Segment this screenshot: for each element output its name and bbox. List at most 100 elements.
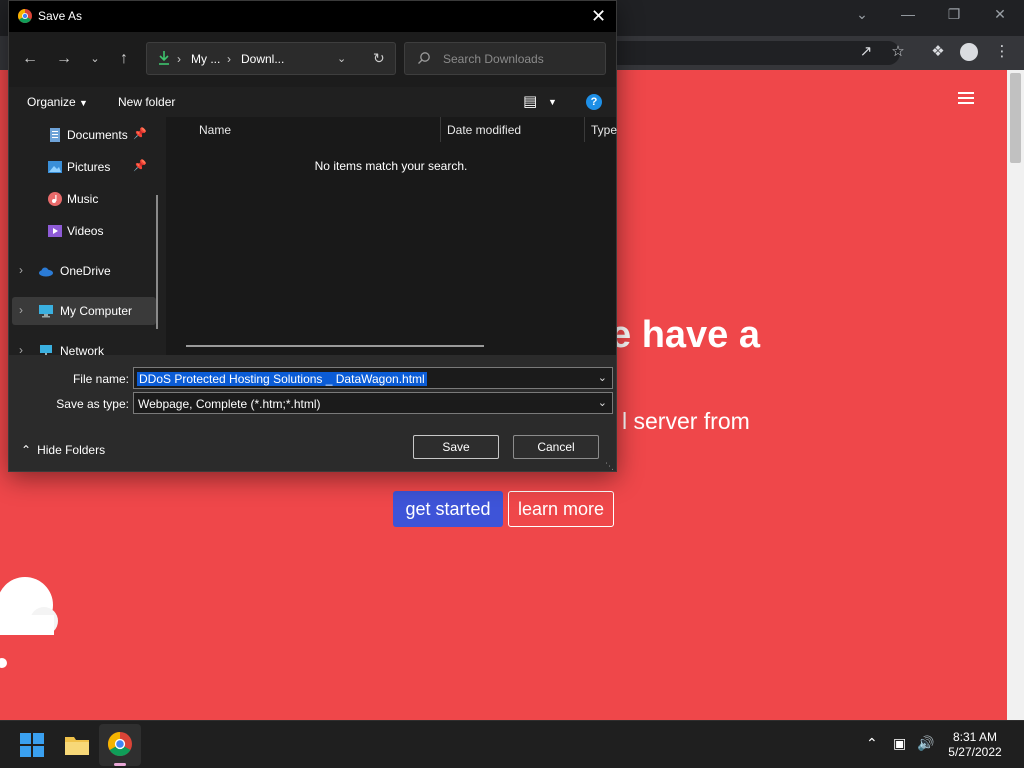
learn-more-button[interactable]: learn more — [508, 491, 614, 527]
documents-icon — [50, 128, 60, 142]
address-bar[interactable]: › My ... › Downl... ⌄ ↻ — [146, 42, 396, 75]
file-name-label: File name: — [72, 372, 129, 386]
save-as-dialog: Save As ✕ ← → ⌄ ↑ › My ... › Downl... ⌄ … — [8, 0, 617, 472]
expand-chevron-icon[interactable]: › — [19, 343, 23, 355]
hero-title: e have a — [610, 314, 760, 356]
nav-item-label: My Computer — [60, 304, 133, 318]
tray-overflow-chevron-icon[interactable]: ⌃ — [866, 735, 878, 752]
resize-grip-icon[interactable]: ⋱ — [605, 461, 614, 472]
search-box[interactable] — [404, 42, 606, 75]
dialog-title: Save As — [38, 9, 83, 23]
share-icon[interactable]: ↗ — [856, 42, 876, 62]
collapse-chevron-icon: ⌃ — [21, 443, 32, 457]
downloads-arrow-icon — [159, 51, 169, 65]
browser-address-bar[interactable] — [600, 41, 900, 65]
column-header-name[interactable]: Name — [199, 123, 231, 137]
nav-item-my-computer[interactable]: › My Computer — [12, 297, 156, 325]
column-header-type[interactable]: Type — [591, 123, 617, 137]
file-explorer-icon[interactable] — [64, 733, 90, 757]
profile-avatar-icon[interactable] — [960, 43, 978, 61]
breadcrumb-item[interactable]: My ... — [191, 52, 220, 66]
chrome-taskbar-icon[interactable] — [108, 732, 132, 756]
empty-folder-message: No items match your search. — [314, 159, 468, 173]
cancel-button[interactable]: Cancel — [513, 435, 599, 459]
file-name-input[interactable]: DDoS Protected Hosting Solutions _ DataW… — [133, 367, 613, 389]
nav-item-pictures[interactable]: Pictures 📌 — [9, 153, 159, 181]
nav-item-label: OneDrive — [60, 264, 111, 278]
nav-item-label: Pictures — [67, 160, 111, 174]
back-arrow-icon[interactable]: ← — [19, 48, 41, 70]
save-as-type-label: Save as type: — [56, 397, 129, 411]
get-started-button[interactable]: get started — [393, 491, 503, 527]
refresh-icon[interactable]: ↻ — [373, 50, 385, 67]
organize-dropdown-icon: ▼ — [79, 98, 88, 108]
breadcrumb-separator-icon: › — [227, 52, 231, 66]
dialog-bottom-panel: File name: DDoS Protected Hosting Soluti… — [9, 355, 616, 471]
hamburger-menu-icon[interactable] — [958, 92, 974, 104]
more-menu-icon[interactable]: ⋮ — [992, 42, 1012, 62]
nav-item-videos[interactable]: Videos — [9, 217, 159, 245]
nav-item-label: Network — [60, 344, 105, 355]
nav-item-label: Music — [67, 192, 99, 206]
taskbar-active-indicator — [114, 763, 126, 766]
tab-search-icon[interactable]: ⌄ — [852, 4, 872, 24]
new-folder-button[interactable]: New folder — [118, 95, 175, 109]
view-options-icon[interactable]: ▤ — [523, 92, 537, 110]
column-separator[interactable] — [440, 117, 441, 142]
save-as-type-dropdown-icon[interactable]: ⌄ — [598, 396, 607, 409]
minimize-icon[interactable]: — — [898, 4, 918, 24]
bookmark-star-icon[interactable]: ☆ — [888, 42, 908, 62]
close-window-icon[interactable]: ✕ — [990, 4, 1010, 24]
file-name-value: DDoS Protected Hosting Solutions _ DataW… — [137, 372, 427, 386]
pin-icon: 📌 — [133, 128, 147, 140]
clock-time: 8:31 AM — [952, 730, 998, 744]
organize-button[interactable]: Organize ▼ — [27, 95, 88, 109]
nav-item-music[interactable]: Music — [9, 185, 159, 213]
organize-label: Organize — [27, 95, 76, 109]
taskbar: ⌃ ▣ 🔊 8:31 AM 5/27/2022 — [0, 720, 1024, 768]
navigation-pane-scrollbar[interactable] — [156, 195, 158, 329]
save-button[interactable]: Save — [413, 435, 499, 459]
expand-chevron-icon[interactable]: › — [19, 263, 23, 277]
file-list-pane: Name Date modified Type No items match y… — [166, 117, 617, 355]
column-header-date-modified[interactable]: Date modified — [447, 123, 521, 137]
windows-start-icon[interactable] — [20, 733, 44, 757]
page-scrollbar[interactable] — [1007, 70, 1024, 720]
nav-item-label: Documents — [67, 128, 128, 142]
forward-arrow-icon[interactable]: → — [53, 48, 75, 70]
navigation-pane: Documents 📌 Pictures 📌 Music Videos › On… — [9, 117, 166, 355]
address-dropdown-chevron-icon[interactable]: ⌄ — [337, 52, 346, 65]
hero-subtitle: l server from — [622, 408, 750, 434]
recent-locations-chevron-icon[interactable]: ⌄ — [84, 48, 106, 70]
extensions-puzzle-icon[interactable]: ❖ — [928, 42, 948, 62]
clock-date: 5/27/2022 — [948, 745, 1002, 759]
hide-folders-button[interactable]: ⌃ Hide Folders — [21, 443, 105, 457]
volume-icon[interactable]: 🔊 — [917, 735, 934, 752]
network-icon — [40, 345, 52, 355]
videos-icon — [48, 225, 62, 237]
taskbar-clock[interactable]: 8:31 AM 5/27/2022 — [940, 730, 1010, 760]
search-input[interactable] — [443, 51, 593, 67]
nav-item-network[interactable]: › Network — [9, 337, 159, 355]
save-as-type-select[interactable]: Webpage, Complete (*.htm;*.html) ⌄ — [133, 392, 613, 414]
network-status-icon[interactable]: ▣ — [893, 735, 906, 752]
cloud-decoration-icon — [0, 577, 58, 668]
nav-item-label: Videos — [67, 224, 104, 238]
dialog-command-bar: Organize ▼ New folder ▤ ▼ ? — [9, 87, 616, 117]
nav-item-documents[interactable]: Documents 📌 — [9, 121, 159, 149]
onedrive-icon — [39, 267, 53, 277]
nav-item-onedrive[interactable]: › OneDrive — [9, 257, 159, 285]
column-separator[interactable] — [584, 117, 585, 142]
file-name-dropdown-icon[interactable]: ⌄ — [598, 371, 607, 384]
dialog-titlebar[interactable]: Save As ✕ — [9, 1, 616, 32]
up-arrow-icon[interactable]: ↑ — [113, 48, 135, 70]
dialog-close-icon[interactable]: ✕ — [591, 6, 606, 27]
file-list-horizontal-scrollbar[interactable] — [186, 345, 484, 347]
restore-icon[interactable]: ❐ — [944, 4, 964, 24]
breadcrumb-item[interactable]: Downl... — [241, 52, 284, 66]
page-scrollbar-thumb[interactable] — [1010, 73, 1021, 163]
help-icon[interactable]: ? — [586, 94, 602, 110]
dialog-navigation-bar: ← → ⌄ ↑ › My ... › Downl... ⌄ ↻ — [9, 32, 616, 87]
expand-chevron-icon[interactable]: › — [19, 303, 23, 317]
view-dropdown-icon[interactable]: ▼ — [548, 97, 557, 107]
